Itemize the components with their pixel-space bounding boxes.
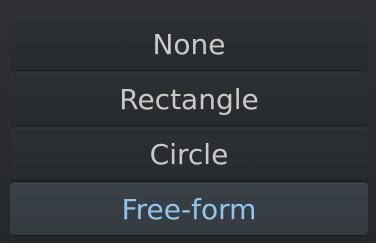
menu-item-none[interactable]: None [10,18,368,70]
menu-item-rectangle[interactable]: Rectangle [10,73,368,125]
menu-item-circle[interactable]: Circle [10,128,368,180]
selection-shape-menu: None Rectangle Circle Free-form [0,0,376,243]
menu-item-free-form[interactable]: Free-form [10,183,368,235]
